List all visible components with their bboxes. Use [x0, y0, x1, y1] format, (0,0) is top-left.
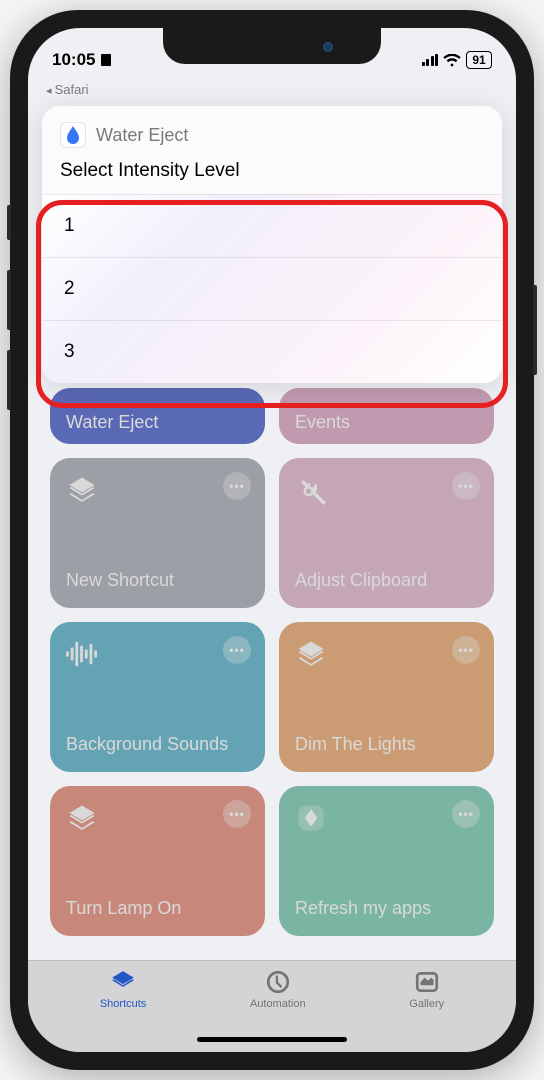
status-indicator-icon	[101, 54, 111, 66]
shortcut-dim-lights[interactable]: ••• Dim The Lights	[279, 622, 494, 772]
layers-icon	[295, 638, 327, 670]
modal-app-name: Water Eject	[96, 125, 188, 146]
waveform-icon	[66, 638, 98, 670]
tab-gallery[interactable]: Gallery	[409, 969, 444, 1052]
automation-tab-icon	[263, 969, 293, 995]
mute-switch	[7, 205, 11, 240]
battery-level: 91	[466, 51, 492, 69]
scissors-icon	[295, 474, 327, 506]
more-icon[interactable]: •••	[223, 636, 251, 664]
home-indicator[interactable]	[197, 1037, 347, 1042]
modal-prompt: Select Intensity Level	[42, 152, 502, 194]
volume-up-button	[7, 270, 11, 330]
screen: 10:05 91 Safari Water Eject Events	[28, 28, 516, 1052]
intensity-option-3[interactable]: 3	[42, 320, 502, 383]
wifi-icon	[443, 54, 461, 67]
status-time: 10:05	[52, 50, 95, 70]
notch	[163, 28, 381, 64]
layers-icon	[66, 802, 98, 834]
intensity-modal: Water Eject Select Intensity Level 1 2 3	[42, 106, 502, 383]
shortcut-adjust-clipboard[interactable]: ••• Adjust Clipboard	[279, 458, 494, 608]
shortcut-background-sounds[interactable]: ••• Background Sounds	[50, 622, 265, 772]
gallery-tab-icon	[412, 969, 442, 995]
more-icon[interactable]: •••	[452, 800, 480, 828]
back-to-app-link[interactable]: Safari	[46, 82, 89, 97]
shortcut-refresh-apps[interactable]: ••• Refresh my apps	[279, 786, 494, 936]
battery-indicator: 91	[466, 51, 492, 69]
layers-icon	[66, 474, 98, 506]
water-drop-icon	[60, 122, 86, 148]
cellular-signal-icon	[422, 54, 439, 66]
intensity-option-2[interactable]: 2	[42, 257, 502, 320]
shortcut-turn-lamp-on[interactable]: ••• Turn Lamp On	[50, 786, 265, 936]
shortcut-water-eject[interactable]: Water Eject	[50, 388, 265, 444]
shortcuts-tab-icon	[108, 969, 138, 995]
phone-frame: 10:05 91 Safari Water Eject Events	[10, 10, 534, 1070]
shortcut-events[interactable]: Events	[279, 388, 494, 444]
intensity-options-list: 1 2 3	[42, 194, 502, 383]
shortcut-new-shortcut[interactable]: ••• New Shortcut	[50, 458, 265, 608]
power-button	[533, 285, 537, 375]
more-icon[interactable]: •••	[223, 472, 251, 500]
volume-down-button	[7, 350, 11, 410]
diamond-icon	[295, 802, 327, 834]
more-icon[interactable]: •••	[452, 636, 480, 664]
more-icon[interactable]: •••	[452, 472, 480, 500]
more-icon[interactable]: •••	[223, 800, 251, 828]
intensity-option-1[interactable]: 1	[42, 194, 502, 257]
tab-shortcuts[interactable]: Shortcuts	[100, 969, 146, 1052]
